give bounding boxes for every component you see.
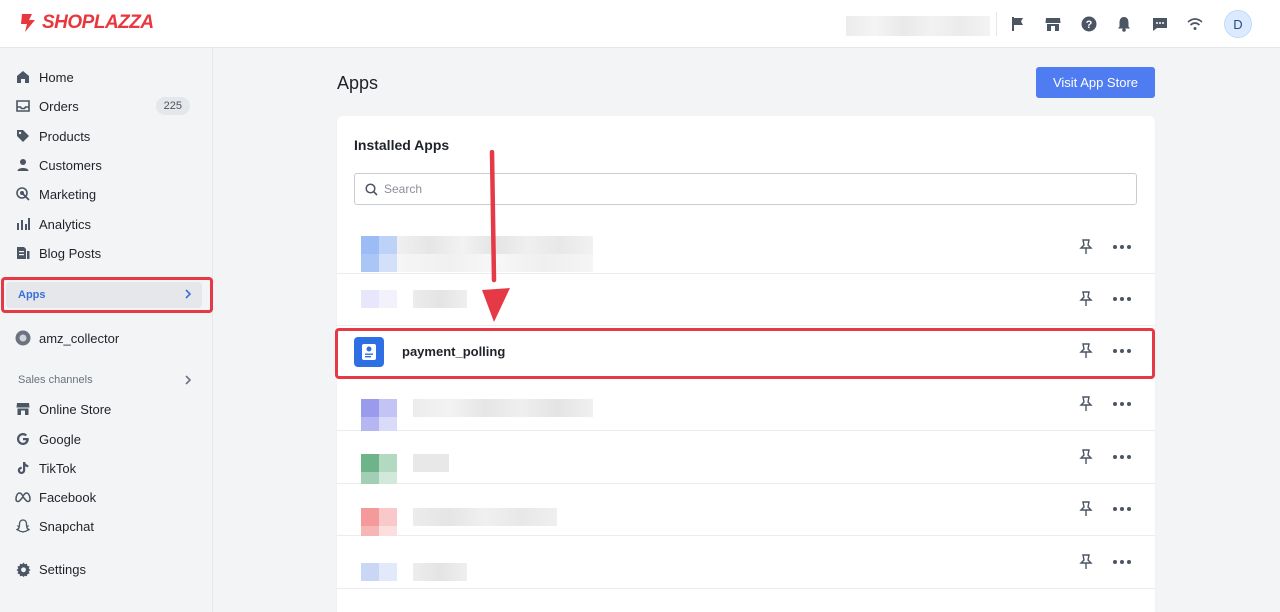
- sidebar-item-label: Customers: [39, 157, 102, 173]
- sidebar-item-analytics[interactable]: Analytics: [14, 212, 200, 236]
- list-item[interactable]: [337, 379, 1155, 431]
- more-options-icon[interactable]: [1113, 292, 1131, 306]
- svg-text:?: ?: [1086, 19, 1093, 31]
- sidebar-item-label: TikTok: [39, 460, 77, 476]
- pin-icon[interactable]: [1079, 449, 1093, 465]
- logo-mark-icon: [21, 14, 35, 32]
- chevron-right-icon[interactable]: [184, 374, 192, 386]
- sidebar-item-settings[interactable]: Settings: [14, 557, 200, 581]
- more-options-icon[interactable]: [1113, 502, 1131, 516]
- store-icon: [14, 400, 32, 418]
- list-item[interactable]: [337, 274, 1155, 326]
- shoplazza-logo[interactable]: SHOPLAZZA: [18, 12, 154, 34]
- list-item[interactable]: [337, 484, 1155, 536]
- sidebar-item-google[interactable]: Google: [14, 427, 200, 451]
- sidebar-item-label: Orders: [39, 98, 79, 114]
- help-icon[interactable]: ?: [1079, 14, 1099, 34]
- list-item[interactable]: [337, 222, 1155, 274]
- chat-icon[interactable]: [1150, 14, 1170, 34]
- inbox-icon: [14, 97, 32, 115]
- bar-chart-icon: [14, 215, 32, 233]
- header-divider: [996, 12, 997, 36]
- home-icon: [14, 68, 32, 86]
- sidebar-item-label: Blog Posts: [39, 245, 102, 261]
- sidebar-item-label: Products: [39, 128, 91, 144]
- top-bar: SHOPLAZZA ? D: [0, 0, 1280, 48]
- sidebar-item-label: amz_collector: [39, 330, 120, 346]
- list-item[interactable]: [337, 432, 1155, 484]
- more-options-icon[interactable]: [1113, 240, 1131, 254]
- sidebar-item-label: Home: [39, 69, 74, 85]
- snapchat-icon: [14, 517, 32, 535]
- flag-icon[interactable]: [1008, 14, 1028, 34]
- store-name-blurred[interactable]: [846, 16, 990, 36]
- tag-icon: [14, 127, 32, 145]
- sidebar-item-tiktok[interactable]: TikTok: [14, 456, 200, 480]
- sidebar-item-label: Online Store: [39, 401, 112, 417]
- sidebar: Home Orders 225 Products Customers Marke…: [0, 48, 213, 612]
- blog-icon: [14, 244, 32, 262]
- more-options-icon[interactable]: [1113, 555, 1131, 569]
- sidebar-item-label: Snapchat: [39, 518, 94, 534]
- google-icon: [14, 430, 32, 448]
- sidebar-item-label: Google: [39, 431, 81, 447]
- red-arrow-annotation: [482, 150, 510, 322]
- more-options-icon[interactable]: [1113, 450, 1131, 464]
- sidebar-item-label: Marketing: [39, 186, 97, 202]
- pin-icon[interactable]: [1079, 239, 1093, 255]
- sidebar-item-orders[interactable]: Orders 225: [14, 94, 200, 118]
- wifi-icon[interactable]: [1185, 14, 1205, 34]
- orders-count-badge: 225: [155, 97, 190, 115]
- target-icon: [14, 185, 32, 203]
- bell-icon[interactable]: [1114, 14, 1134, 34]
- search-icon: [365, 182, 378, 196]
- pin-icon[interactable]: [1079, 291, 1093, 307]
- person-icon: [14, 156, 32, 174]
- page-title: Apps: [337, 73, 379, 93]
- avatar[interactable]: D: [1224, 10, 1252, 38]
- gear-icon: [14, 560, 32, 578]
- apps-highlight-box: [1, 277, 213, 313]
- sidebar-item-products[interactable]: Products: [14, 124, 200, 148]
- pin-icon[interactable]: [1079, 554, 1093, 570]
- pin-icon[interactable]: [1079, 501, 1093, 517]
- sidebar-item-online-store[interactable]: Online Store: [14, 397, 200, 421]
- tiktok-icon: [14, 459, 32, 477]
- store-icon[interactable]: [1043, 14, 1063, 34]
- sidebar-item-customers[interactable]: Customers: [14, 153, 200, 177]
- sidebar-item-amz-collector[interactable]: amz_collector: [14, 326, 200, 350]
- sidebar-item-blog-posts[interactable]: Blog Posts: [14, 241, 200, 265]
- sidebar-item-home[interactable]: Home: [14, 65, 200, 89]
- card-title: Installed Apps: [354, 137, 450, 153]
- payment-polling-highlight-box: [335, 328, 1155, 379]
- list-item[interactable]: [337, 537, 1155, 589]
- sidebar-item-marketing[interactable]: Marketing: [14, 182, 200, 206]
- sidebar-item-label: Facebook: [39, 489, 97, 505]
- logo-text: SHOPLAZZA: [42, 12, 154, 33]
- sidebar-item-facebook[interactable]: Facebook: [14, 485, 200, 509]
- sidebar-item-label: Settings: [39, 561, 86, 577]
- app-circle-icon: [14, 329, 32, 347]
- meta-icon: [14, 488, 32, 506]
- more-options-icon[interactable]: [1113, 397, 1131, 411]
- sales-channels-label: Sales channels: [18, 374, 93, 386]
- visit-app-store-button[interactable]: Visit App Store: [1036, 67, 1155, 98]
- pin-icon[interactable]: [1079, 396, 1093, 412]
- sidebar-item-label: Analytics: [39, 216, 92, 232]
- sidebar-item-snapchat[interactable]: Snapchat: [14, 514, 200, 538]
